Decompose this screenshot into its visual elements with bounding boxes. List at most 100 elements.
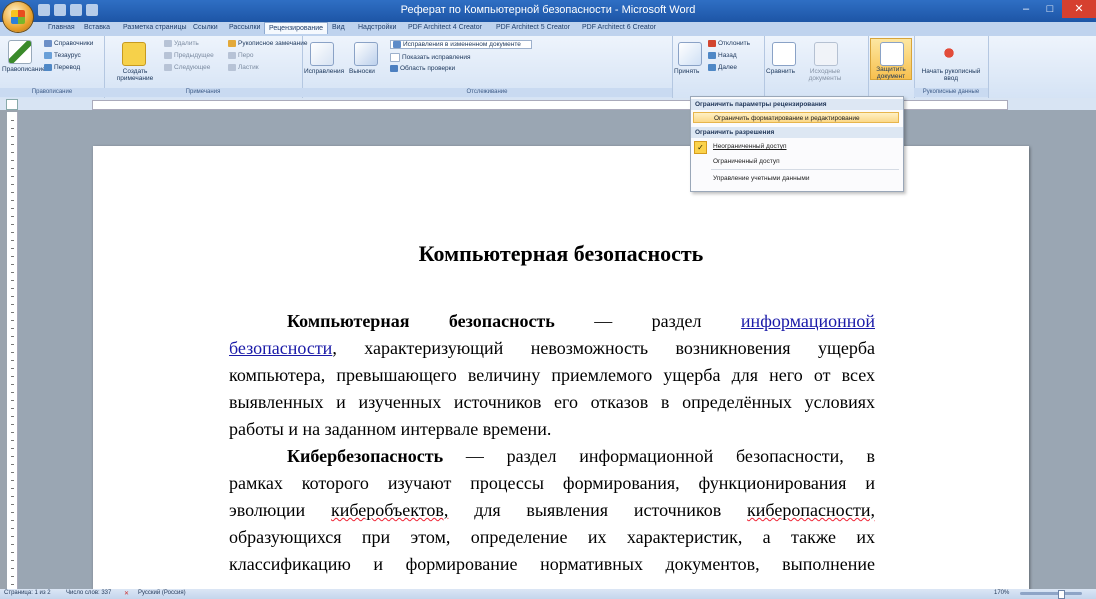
- ruler-tick: [11, 208, 14, 209]
- tab-pdf5[interactable]: PDF Architect 5 Creator: [496, 24, 570, 31]
- link-information-security-1[interactable]: информационной: [741, 311, 875, 331]
- ruler-tick: [11, 392, 14, 393]
- balloons-button[interactable]: Выноски: [349, 68, 375, 75]
- eraser-label: Ластик: [238, 64, 259, 72]
- menu-item-unrestricted-access[interactable]: Неограниченный доступ: [713, 141, 787, 152]
- menu-header-restrict-review: Ограничить параметры рецензирования: [691, 99, 903, 110]
- protect-document-button[interactable]: Защитить документ: [870, 38, 912, 80]
- status-language[interactable]: Русский (Россия): [138, 590, 186, 596]
- display-for-review-dropdown[interactable]: Исправления в измененном документе: [390, 40, 532, 50]
- reject-button[interactable]: Отклонить: [708, 40, 750, 47]
- reviewing-pane-button[interactable]: Область проверки: [390, 65, 455, 72]
- menu-item-manage-credentials[interactable]: Управление учетными данными: [713, 173, 809, 184]
- paragraph-1-line-4: выявленных и изученных источников его от…: [229, 392, 875, 412]
- thesaurus-label: Тезаурус: [54, 52, 81, 60]
- accept-button[interactable]: Принять: [674, 68, 699, 75]
- zoom-level[interactable]: 170%: [994, 590, 1009, 596]
- ruler-tick: [11, 536, 14, 537]
- maximize-button[interactable]: □: [1038, 0, 1062, 18]
- undo-icon[interactable]: [54, 4, 66, 16]
- pen-label: Перо: [238, 52, 254, 60]
- tab-insert[interactable]: Вставка: [84, 24, 110, 31]
- ruler-tick: [11, 144, 14, 145]
- menu-item-restricted-access[interactable]: Ограниченный доступ: [713, 156, 780, 167]
- track-changes-button[interactable]: Исправления: [304, 68, 344, 75]
- ruler-tick: [11, 552, 14, 553]
- ink-comment-button[interactable]: Рукописное замечание: [228, 40, 307, 47]
- paragraph-2-line-5: классификацию и формирование нормативных…: [229, 554, 875, 574]
- close-button[interactable]: ✕: [1062, 0, 1096, 18]
- horizontal-ruler[interactable]: [0, 98, 1096, 110]
- tab-mailings[interactable]: Рассылки: [229, 24, 260, 31]
- next-comment-button[interactable]: Следующее: [164, 64, 210, 71]
- ruler-tick: [11, 528, 14, 529]
- office-button[interactable]: [3, 2, 33, 32]
- spelling-button[interactable]: Правописание: [2, 66, 46, 73]
- show-markup-label: Показать исправления: [402, 54, 471, 62]
- protect-document-icon: [880, 42, 904, 66]
- status-page[interactable]: Страница: 1 из 2: [4, 590, 51, 596]
- vertical-ruler[interactable]: [7, 112, 18, 593]
- print-icon[interactable]: [86, 4, 98, 16]
- new-comment-button[interactable]: Создать примечание: [112, 68, 158, 82]
- window-controls: – □ ✕: [1014, 0, 1096, 18]
- tab-references[interactable]: Ссылки: [193, 24, 218, 31]
- previous-comment-button[interactable]: Предыдущее: [164, 52, 214, 59]
- pen-button[interactable]: Перо: [228, 52, 254, 59]
- ruler-tick: [11, 264, 14, 265]
- save-icon[interactable]: [38, 4, 50, 16]
- thesaurus-button[interactable]: Тезаурус: [44, 52, 81, 59]
- compare-button[interactable]: Сравнить: [766, 68, 795, 75]
- research-button[interactable]: Справочники: [44, 40, 93, 47]
- next-change-button[interactable]: Далее: [708, 64, 737, 71]
- proofing-error-icon[interactable]: ✕: [124, 590, 129, 597]
- zoom-slider-handle[interactable]: [1058, 590, 1065, 599]
- delete-comment-button[interactable]: Удалить: [164, 40, 199, 47]
- link-information-security-2[interactable]: безопасности: [229, 338, 332, 358]
- tab-review[interactable]: Рецензирование: [264, 22, 329, 34]
- word-section: раздел: [651, 311, 702, 331]
- ruler-tick: [11, 496, 14, 497]
- ruler-tick: [11, 416, 14, 417]
- ruler-tick: [11, 176, 14, 177]
- tab-pdf6[interactable]: PDF Architect 6 Creator: [582, 24, 656, 31]
- research-icon: [44, 40, 52, 47]
- misspelled-word-cyberdanger[interactable]: киберопасности,: [747, 500, 875, 520]
- eraser-button[interactable]: Ластик: [228, 64, 259, 71]
- redo-icon[interactable]: [70, 4, 82, 16]
- tab-selector-button[interactable]: [6, 99, 18, 110]
- document-page[interactable]: Компьютерная безопасность Компьютерная б…: [93, 146, 1029, 589]
- paragraph-1-line-1: Компьютерная безопасность — раздел инфор…: [229, 311, 875, 332]
- ruler-tick: [11, 280, 14, 281]
- source-documents-button[interactable]: Исходные документы: [804, 68, 846, 82]
- previous-comment-icon: [164, 52, 172, 59]
- translate-button[interactable]: Перевод: [44, 64, 80, 71]
- ruler-tick: [11, 344, 14, 345]
- ruler-tick: [11, 408, 14, 409]
- group-ink: Начать рукописный ввод Рукописные данные: [914, 36, 989, 98]
- previous-change-button[interactable]: Назад: [708, 52, 737, 59]
- ruler-tick: [11, 136, 14, 137]
- title-bar: Реферат по Компьютерной безопасности - M…: [0, 0, 1096, 22]
- zoom-slider[interactable]: [1020, 592, 1082, 595]
- menu-item-restrict-formatting[interactable]: Ограничить форматирование и редактирован…: [693, 112, 899, 123]
- status-word-count[interactable]: Число слов: 337: [66, 590, 111, 596]
- tab-view[interactable]: Вид: [332, 24, 345, 31]
- group-label-proofing: Правописание: [0, 88, 104, 97]
- new-comment-icon: [122, 42, 146, 66]
- ruler-tick: [11, 336, 14, 337]
- ruler-tick: [11, 504, 14, 505]
- tab-pdf4[interactable]: PDF Architect 4 Creator: [408, 24, 482, 31]
- reviewing-pane-icon: [390, 65, 398, 72]
- tab-home[interactable]: Главная: [48, 24, 75, 31]
- tab-addins[interactable]: Надстройки: [358, 24, 396, 31]
- minimize-button[interactable]: –: [1014, 0, 1038, 18]
- misspelled-word-cyberobjects[interactable]: киберобъектов,: [331, 500, 448, 520]
- tab-page-layout[interactable]: Разметка страницы: [123, 24, 187, 31]
- start-inking-button[interactable]: Начать рукописный ввод: [918, 68, 984, 82]
- eraser-icon: [228, 64, 236, 71]
- ruler-tick: [11, 160, 14, 161]
- document-area: Компьютерная безопасность Компьютерная б…: [18, 110, 1096, 589]
- ribbon-tabs: Главная Вставка Разметка страницы Ссылки…: [0, 22, 1096, 36]
- show-markup-button[interactable]: Показать исправления: [390, 53, 471, 62]
